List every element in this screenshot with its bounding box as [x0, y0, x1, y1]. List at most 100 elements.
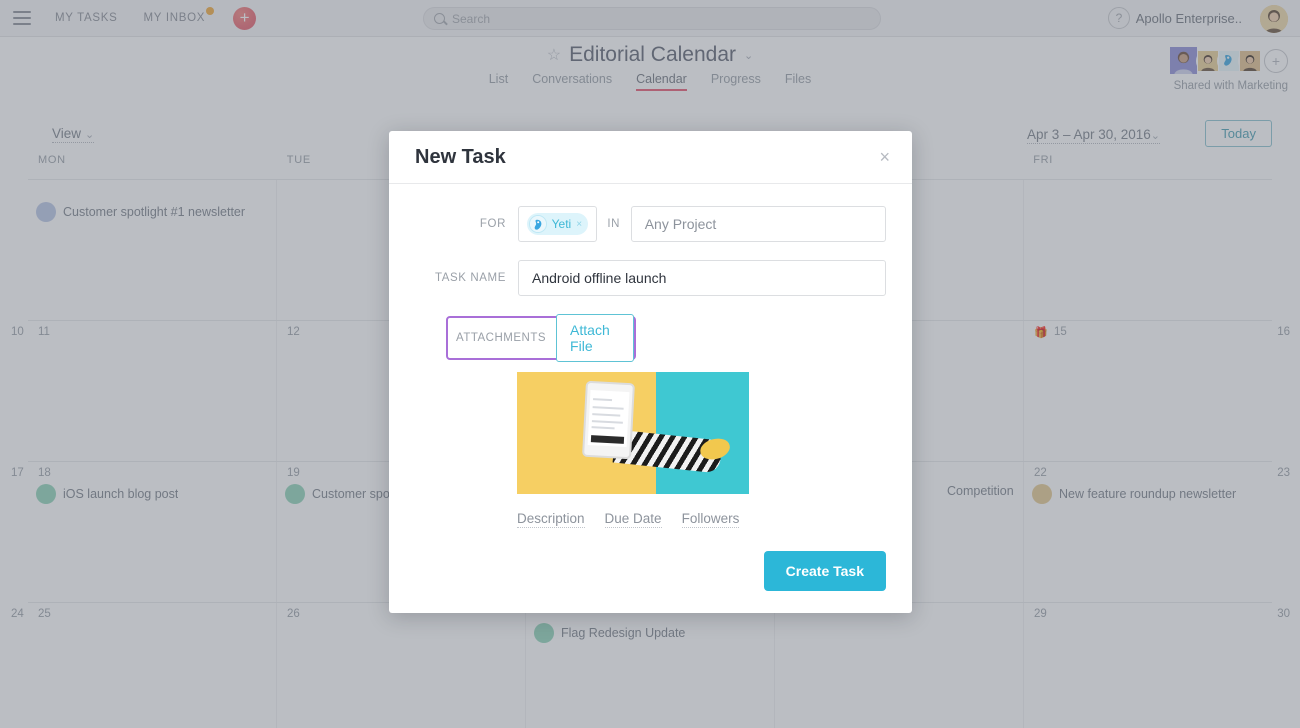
day-number: 16 — [1277, 326, 1290, 338]
calendar-day-cell[interactable]: 10 11 — [11, 321, 277, 461]
task-avatar — [534, 623, 554, 643]
nav-my-tasks-label: MY TASKS — [55, 12, 118, 24]
due-date-link[interactable]: Due Date — [604, 511, 662, 528]
task-label: iOS launch blog post — [63, 487, 179, 501]
modal-body: For Yeti × In Any Project Tas — [389, 184, 912, 528]
star-icon[interactable]: ☆ — [547, 45, 561, 65]
search-placeholder: Search — [452, 11, 491, 26]
assignee-name: Yeti — [551, 217, 572, 231]
attachments-highlight-box: Attachments Attach File — [446, 314, 636, 362]
task-chip[interactable]: New feature roundup newsletter — [1032, 484, 1266, 504]
task-label: New feature roundup newsletter — [1059, 487, 1237, 501]
project-placeholder: Any Project — [644, 216, 717, 232]
calendar-day-cell[interactable]: 29 30 — [1024, 603, 1290, 728]
member-avatar-row: + — [1168, 45, 1288, 76]
tab-calendar[interactable]: Calendar — [636, 72, 687, 91]
attachments-label: Attachments — [456, 332, 547, 344]
day-number: 18 — [38, 467, 51, 479]
in-label: In — [607, 218, 621, 230]
shared-with-label: Shared with Marketing — [1173, 80, 1288, 92]
calendar-day-cell[interactable]: Customer spotlight #1 newsletter — [28, 180, 277, 320]
calendar-day-cell[interactable]: 🎁 15 16 — [1024, 321, 1290, 461]
remove-assignee-icon[interactable]: × — [576, 219, 582, 230]
tab-progress[interactable]: Progress — [711, 72, 761, 91]
date-range-dropdown[interactable]: Apr 3 – Apr 30, 2016⌄ — [1026, 127, 1160, 144]
calendar-day-cell[interactable]: Flag Redesign Update — [526, 603, 775, 728]
task-chip[interactable]: iOS launch blog post — [36, 484, 270, 504]
calendar-day-cell[interactable]: 22 23 New feature roundup newsletter — [1024, 462, 1290, 602]
day-header-fri: FRI — [1033, 154, 1054, 166]
thumbnail-phone — [582, 380, 635, 459]
thumbnail-teal-background — [656, 372, 749, 494]
project-input[interactable]: Any Project — [630, 206, 886, 242]
modal-header: New Task × — [389, 131, 912, 184]
avatar-image — [1260, 5, 1288, 33]
tab-list[interactable]: List — [489, 72, 508, 91]
task-chip[interactable]: Flag Redesign Update — [534, 623, 768, 643]
attach-file-button[interactable]: Attach File — [556, 314, 634, 362]
calendar-week-row: 24 25 26 Flag Redesign Update 29 30 — [11, 603, 1290, 728]
task-chip[interactable]: Competition — [947, 484, 1017, 498]
day-number: 24 — [11, 608, 24, 620]
view-dropdown-label: View — [52, 126, 82, 141]
modal-footer: Create Task — [763, 551, 886, 591]
day-header-mon: MON — [38, 154, 66, 166]
task-avatar — [36, 202, 56, 222]
calendar-day-cell[interactable]: 24 25 — [11, 603, 277, 728]
app-root: MY TASKS MY INBOX + Search ? Apollo Ente… — [0, 0, 1300, 728]
day-number: 29 — [1034, 608, 1047, 620]
task-name-label: Task Name — [434, 272, 506, 284]
search-input[interactable]: Search — [423, 7, 881, 30]
assignee-field[interactable]: Yeti × — [518, 206, 597, 242]
add-member-button[interactable]: + — [1264, 48, 1288, 73]
day-number: 11 — [38, 326, 50, 338]
task-name-input[interactable]: Android offline launch — [518, 260, 886, 296]
workspace-switcher[interactable]: Apollo Enterprise.. — [1136, 11, 1242, 26]
user-avatar[interactable] — [1260, 5, 1288, 33]
project-menu-chevron-down-icon[interactable]: ⌄ — [744, 49, 753, 62]
description-link[interactable]: Description — [517, 511, 585, 528]
page-title[interactable]: Editorial Calendar — [569, 43, 736, 67]
today-button[interactable]: Today — [1205, 120, 1272, 147]
task-meta-links: Description Due Date Followers — [517, 511, 886, 528]
day-number: 17 — [11, 467, 24, 479]
followers-link[interactable]: Followers — [681, 511, 740, 528]
view-dropdown[interactable]: View ⌄ — [52, 126, 95, 143]
task-avatar — [285, 484, 305, 504]
calendar-day-cell[interactable]: 26 — [277, 603, 526, 728]
nav-my-inbox[interactable]: MY INBOX — [143, 7, 215, 24]
day-number: 12 — [287, 326, 300, 338]
project-tabs: List Conversations Calendar Progress Fil… — [0, 72, 1300, 91]
calendar-day-cell[interactable] — [775, 603, 1024, 728]
tab-files[interactable]: Files — [785, 72, 811, 91]
create-task-button[interactable]: Create Task — [763, 551, 886, 591]
tab-conversations[interactable]: Conversations — [532, 72, 612, 91]
hamburger-menu-icon[interactable] — [13, 11, 31, 25]
task-label: Customer spotlight #1 newsletter — [63, 205, 246, 219]
member-avatar-1[interactable] — [1168, 45, 1199, 76]
task-label: Flag Redesign Update — [561, 626, 686, 640]
gift-icon: 🎁 — [1034, 327, 1048, 339]
project-header: ☆ Editorial Calendar ⌄ List Conversation… — [0, 37, 1300, 96]
assignee-chip-yeti[interactable]: Yeti × — [526, 213, 589, 235]
quick-add-button[interactable]: + — [233, 6, 257, 30]
day-number: 30 — [1277, 608, 1290, 620]
day-number: 22 — [1034, 467, 1047, 479]
thumbnail-phone-screen — [587, 389, 630, 447]
day-number: 15 — [1054, 326, 1067, 338]
new-task-modal: New Task × For Yeti × In Any — [389, 131, 912, 613]
date-range-chevron-down-icon: ⌄ — [1150, 130, 1160, 142]
top-navigation-bar: MY TASKS MY INBOX + Search ? Apollo Ente… — [0, 0, 1300, 37]
task-chip[interactable]: Customer spotlight #1 newsletter — [36, 202, 270, 222]
member-avatar-4[interactable] — [1238, 48, 1262, 73]
close-icon[interactable]: × — [875, 144, 894, 170]
nav-my-tasks[interactable]: MY TASKS — [55, 12, 117, 24]
date-range-label: Apr 3 – Apr 30, 2016 — [1026, 127, 1151, 142]
task-label: Competition — [947, 484, 1014, 498]
attachment-thumbnail[interactable] — [517, 372, 749, 494]
calendar-day-cell[interactable] — [1024, 180, 1272, 320]
help-button[interactable]: ? — [1108, 7, 1130, 29]
calendar-day-cell[interactable]: 17 18 iOS launch blog post — [11, 462, 277, 602]
project-members: + Shared with Marketing — [1168, 45, 1288, 92]
project-title-row: ☆ Editorial Calendar ⌄ — [0, 43, 1300, 67]
